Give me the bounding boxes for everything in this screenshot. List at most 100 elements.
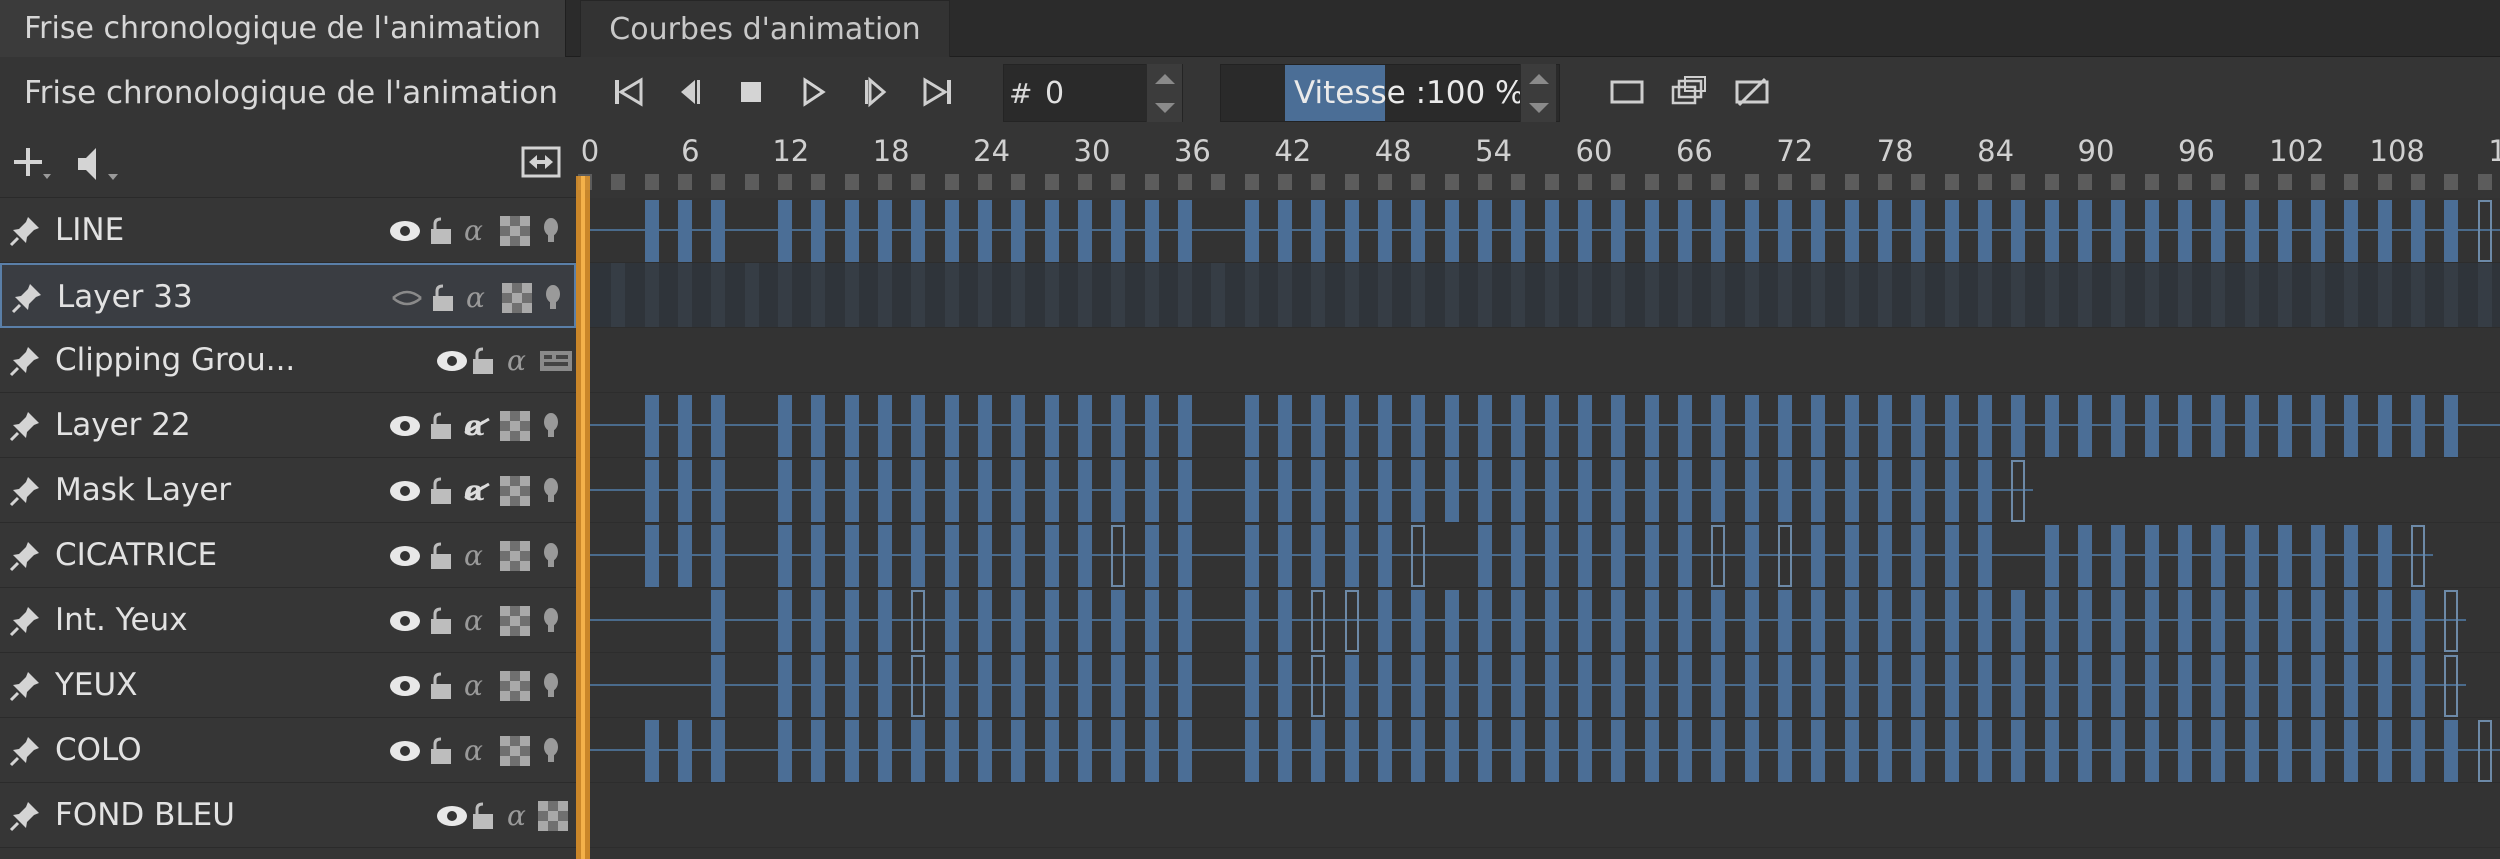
keyframe[interactable] [1811, 590, 1826, 652]
keyframe[interactable] [1044, 395, 1059, 457]
keyframe[interactable] [2411, 590, 2426, 652]
keyframe[interactable] [2177, 590, 2192, 652]
keyframe[interactable] [1477, 460, 1492, 522]
keyframe[interactable] [2211, 655, 2226, 717]
alpha-lock-icon[interactable]: α [462, 539, 492, 573]
keyframe[interactable] [2044, 590, 2059, 652]
play-icon[interactable] [789, 69, 837, 115]
keyframe[interactable] [1777, 395, 1792, 457]
keyframe[interactable] [1644, 460, 1659, 522]
keyframe[interactable] [2211, 395, 2226, 457]
frame-cell[interactable] [2077, 263, 2092, 327]
onion-skin-toggle-icon[interactable] [502, 281, 532, 315]
keyframe[interactable] [1411, 395, 1426, 457]
keyframe[interactable] [1577, 460, 1592, 522]
alpha-lock-icon[interactable]: α [462, 409, 492, 443]
layer-row[interactable]: Layer 22 α [0, 393, 576, 458]
keyframe[interactable] [1511, 525, 1526, 587]
keyframe[interactable] [2077, 395, 2092, 457]
alpha-lock-icon[interactable]: α [505, 344, 535, 378]
keyframe[interactable] [711, 655, 726, 717]
keyframe[interactable] [1477, 590, 1492, 652]
keyframe[interactable] [1244, 460, 1259, 522]
keyframe[interactable] [2177, 525, 2192, 587]
visibility-icon[interactable] [388, 214, 422, 248]
frame-cell[interactable] [1311, 263, 1326, 327]
frame-cell[interactable] [1444, 263, 1459, 327]
keyframe[interactable] [1877, 525, 1892, 587]
keyframe[interactable] [1811, 395, 1826, 457]
keyframe[interactable] [1777, 655, 1792, 717]
visibility-icon[interactable] [388, 539, 422, 573]
keyframe[interactable] [1111, 720, 1126, 782]
keyframe[interactable] [1844, 395, 1859, 457]
keyframe[interactable] [777, 590, 792, 652]
keyframe[interactable] [677, 395, 692, 457]
keyframe[interactable] [1077, 200, 1092, 262]
keyframe[interactable] [1944, 590, 1959, 652]
keyframe[interactable] [1944, 655, 1959, 717]
keyframe[interactable] [1744, 720, 1759, 782]
keyframe[interactable] [1011, 590, 1026, 652]
frame-cell[interactable] [1577, 263, 1592, 327]
keyframe[interactable] [1277, 460, 1292, 522]
keyframe[interactable] [1344, 525, 1359, 587]
keyframe[interactable] [2177, 395, 2192, 457]
keyframe[interactable] [1577, 525, 1592, 587]
keyframe[interactable] [1177, 720, 1192, 782]
lock-icon[interactable] [428, 604, 454, 638]
keyframe[interactable] [2277, 655, 2292, 717]
keyframe[interactable] [1144, 395, 1159, 457]
keyframe[interactable] [2044, 395, 2059, 457]
keyframe[interactable] [2111, 655, 2126, 717]
lock-icon[interactable] [430, 281, 456, 315]
empty-keyframe[interactable] [1311, 590, 1326, 652]
keyframe[interactable] [844, 460, 859, 522]
keyframe[interactable] [1644, 525, 1659, 587]
frame-cell[interactable] [2311, 263, 2326, 327]
keyframe[interactable] [1677, 525, 1692, 587]
empty-keyframe[interactable] [2444, 590, 2459, 652]
lock-icon[interactable] [428, 734, 454, 768]
pin-icon[interactable] [8, 344, 42, 378]
keyframe[interactable] [2211, 590, 2226, 652]
visibility-icon[interactable] [388, 474, 422, 508]
keyframe[interactable] [1411, 590, 1426, 652]
frame-cell[interactable] [1777, 263, 1792, 327]
keyframe[interactable] [2311, 720, 2326, 782]
keyframe[interactable] [777, 200, 792, 262]
keyframe[interactable] [2244, 590, 2259, 652]
keyframe[interactable] [1644, 720, 1659, 782]
layer-row[interactable]: LINE α [0, 198, 576, 263]
keyframe[interactable] [944, 655, 959, 717]
keyframe[interactable] [1877, 200, 1892, 262]
empty-keyframe[interactable] [2477, 200, 2492, 262]
keyframe[interactable] [2011, 200, 2026, 262]
keyframe[interactable] [1977, 200, 1992, 262]
frame-spinner[interactable] [1146, 64, 1182, 122]
keyframe[interactable] [977, 655, 992, 717]
frame-row[interactable] [576, 653, 2500, 718]
keyframe[interactable] [711, 720, 726, 782]
keyframe[interactable] [1844, 590, 1859, 652]
keyframe[interactable] [777, 655, 792, 717]
keyframe[interactable] [1144, 655, 1159, 717]
keyframe[interactable] [1711, 395, 1726, 457]
keyframe[interactable] [2277, 720, 2292, 782]
keyframe[interactable] [1044, 720, 1059, 782]
keyframe[interactable] [2377, 395, 2392, 457]
keyframe[interactable] [1644, 590, 1659, 652]
keyframe[interactable] [644, 395, 659, 457]
keyframe[interactable] [1711, 720, 1726, 782]
keyframe[interactable] [2377, 525, 2392, 587]
keyframe[interactable] [1077, 720, 1092, 782]
keyframe[interactable] [944, 590, 959, 652]
frame-cell[interactable] [2111, 263, 2126, 327]
keyframe[interactable] [1844, 655, 1859, 717]
layer-row[interactable]: COLO α [0, 718, 576, 783]
keyframe[interactable] [1077, 525, 1092, 587]
keyframe[interactable] [1544, 395, 1559, 457]
keyframe[interactable] [911, 395, 926, 457]
keyframe[interactable] [1011, 655, 1026, 717]
keyframe[interactable] [2211, 720, 2226, 782]
